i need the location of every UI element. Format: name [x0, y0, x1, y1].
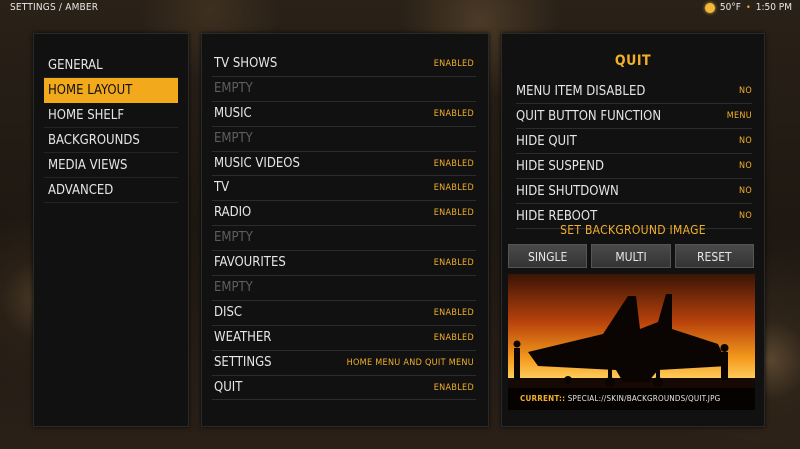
home-item-label: TV: [214, 180, 230, 196]
home-item-label: RADIO: [214, 205, 252, 221]
set-background-title: SET BACKGROUND IMAGE: [560, 223, 706, 237]
quit-option-value: NO: [738, 185, 752, 196]
menu-item-backgrounds[interactable]: BACKGROUNDS: [44, 128, 178, 153]
menu-item-media-views[interactable]: MEDIA VIEWS: [44, 153, 178, 178]
current-label: CURRENT::: [520, 394, 566, 403]
clock: 1:50 PM: [755, 2, 792, 13]
quit-option-label: HIDE SHUTDOWN: [516, 183, 619, 199]
home-item-status: ENABLED: [433, 108, 474, 119]
home-item-row[interactable]: TV SHOWS ENABLED: [212, 52, 476, 77]
home-item-label: EMPTY: [214, 80, 253, 96]
home-item-label: EMPTY: [214, 130, 253, 146]
quit-option-value: NO: [738, 160, 752, 171]
home-item-row[interactable]: MUSIC ENABLED: [212, 102, 476, 127]
breadcrumb: SETTINGS / AMBER: [10, 2, 99, 13]
home-item-row[interactable]: QUIT ENABLED: [212, 376, 476, 401]
settings-category-panel: GENERAL HOME LAYOUT HOME SHELF BACKGROUNDS M…: [33, 33, 189, 427]
quit-option-label: HIDE SUSPEND: [516, 158, 604, 174]
menu-item-home-layout[interactable]: HOME LAYOUT: [44, 78, 178, 103]
reset-button[interactable]: RESET: [674, 244, 754, 268]
home-item-status: ENABLED: [433, 158, 474, 169]
home-item-row[interactable]: MUSIC VIDEOS ENABLED: [212, 152, 476, 177]
home-item-label: MUSIC VIDEOS: [214, 155, 300, 171]
home-item-label: TV SHOWS: [214, 55, 278, 71]
home-item-status: HOME MENU AND QUIT MENU: [346, 357, 474, 368]
sun-icon: [704, 3, 715, 13]
separator-dot: •: [745, 3, 751, 13]
home-item-row[interactable]: EMPTY: [212, 77, 476, 102]
settings-category-menu: GENERAL HOME LAYOUT HOME SHELF BACKGROUNDS M…: [44, 53, 178, 203]
home-item-status: ENABLED: [433, 183, 474, 194]
home-item-status: ENABLED: [433, 382, 474, 393]
quit-option-value: NO: [738, 85, 752, 96]
multi-button[interactable]: MULTI: [591, 244, 671, 268]
temperature: 50°F: [719, 2, 741, 13]
home-items-list: TV SHOWS ENABLED EMPTY MUSIC ENABLED EMPTY MUS…: [212, 52, 476, 401]
home-item-row[interactable]: RADIO ENABLED: [212, 201, 476, 227]
quit-option-value: NO: [738, 135, 752, 146]
home-item-label: MUSIC: [214, 105, 252, 121]
home-item-status: ENABLED: [433, 307, 474, 318]
quit-panel-title: QUIT: [614, 53, 652, 69]
home-item-row[interactable]: DISC ENABLED: [212, 301, 476, 326]
current-background-path: CURRENT:: SPECIAL://SKIN/BACKGROUNDS/QUI…: [508, 388, 755, 410]
home-item-label: EMPTY: [214, 230, 253, 246]
quit-option-row[interactable]: HIDE SHUTDOWN NO: [516, 179, 752, 204]
home-item-label: DISC: [214, 304, 243, 320]
quit-option-label: MENU ITEM DISABLED: [516, 83, 646, 99]
background-preview-image: CURRENT:: SPECIAL://SKIN/BACKGROUNDS/QUI…: [508, 274, 755, 410]
current-path: SPECIAL://SKIN/BACKGROUNDS/QUIT.JPG: [567, 394, 721, 403]
top-bar: SETTINGS / AMBER 50°F • 1:50 PM: [0, 0, 800, 16]
home-item-row[interactable]: EMPTY: [212, 276, 476, 301]
menu-item-home-shelf[interactable]: HOME SHELF: [44, 103, 178, 128]
quit-option-row[interactable]: QUIT BUTTON FUNCTION MENU: [516, 104, 752, 129]
background-buttons: SINGLE MULTI RESET: [508, 244, 754, 268]
home-item-label: QUIT: [214, 379, 243, 395]
home-item-label: FAVOURITES: [214, 255, 286, 271]
home-item-status: ENABLED: [433, 258, 474, 269]
home-item-row[interactable]: EMPTY: [212, 226, 476, 252]
home-item-label: WEATHER: [214, 329, 272, 345]
quit-option-label: QUIT BUTTON FUNCTION: [516, 108, 662, 124]
quit-option-row[interactable]: HIDE SUSPEND NO: [516, 154, 752, 179]
menu-item-advanced[interactable]: ADVANCED: [44, 178, 178, 203]
quit-option-label: HIDE QUIT: [516, 133, 577, 149]
home-item-status: ENABLED: [433, 332, 474, 343]
home-item-label: SETTINGS: [214, 354, 272, 370]
home-item-status: ENABLED: [433, 208, 474, 219]
quit-option-value: MENU: [726, 110, 752, 121]
home-item-row[interactable]: FAVOURITES ENABLED: [212, 251, 476, 277]
home-item-row[interactable]: SETTINGS HOME MENU AND QUIT MENU: [212, 351, 476, 376]
quit-option-row[interactable]: MENU ITEM DISABLED NO: [516, 79, 752, 104]
home-item-row[interactable]: TV ENABLED: [212, 176, 476, 202]
menu-item-general[interactable]: GENERAL: [44, 53, 178, 78]
single-button[interactable]: SINGLE: [508, 244, 588, 268]
home-item-status: ENABLED: [433, 58, 474, 69]
home-item-row[interactable]: EMPTY: [212, 127, 476, 152]
home-items-panel: TV SHOWS ENABLED EMPTY MUSIC ENABLED EMPTY MUS…: [201, 33, 489, 427]
quit-option-row[interactable]: HIDE QUIT NO: [516, 129, 752, 154]
quit-settings-panel: QUIT MENU ITEM DISABLED NO QUIT BUTTON FUN…: [501, 33, 765, 427]
status-area: 50°F • 1:50 PM: [704, 0, 792, 16]
home-item-label: EMPTY: [214, 279, 253, 295]
home-item-row[interactable]: WEATHER ENABLED: [212, 326, 476, 351]
